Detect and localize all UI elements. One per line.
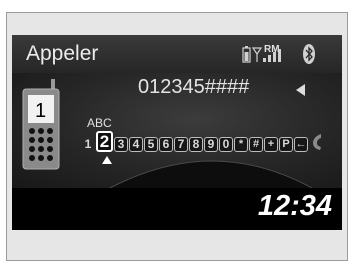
phone-index: 1 <box>35 100 46 122</box>
selected-letters: ABC <box>87 116 112 130</box>
key-5[interactable]: 5 <box>144 137 158 152</box>
left-arrow-icon[interactable] <box>296 84 305 96</box>
status-icons: RM <box>238 42 334 66</box>
title-bar: Appeler RM <box>12 35 342 73</box>
key-6[interactable]: 6 <box>159 137 173 152</box>
clock-bar: 12:34 <box>12 188 342 230</box>
bluetooth-icon <box>303 44 315 64</box>
key-pause[interactable]: P <box>279 137 293 152</box>
phone-screen: Appeler RM 012345#### 1 ABC 1 2 3 4 5 6 … <box>12 35 342 230</box>
key-0[interactable]: 0 <box>219 137 233 152</box>
screen-title: Appeler <box>26 42 99 65</box>
key-3[interactable]: 3 <box>114 137 128 152</box>
key-4[interactable]: 4 <box>129 137 143 152</box>
battery-icon <box>242 46 251 63</box>
key-star[interactable]: * <box>234 137 248 152</box>
status-icons-graphic: RM <box>242 44 315 64</box>
dial-display: 012345#### 1 ABC 1 2 3 4 5 6 7 8 9 0 * #… <box>12 73 342 188</box>
key-hash[interactable]: # <box>249 137 263 152</box>
key-plus[interactable]: + <box>264 137 278 152</box>
key-9[interactable]: 9 <box>204 137 218 152</box>
key-8[interactable]: 8 <box>189 137 203 152</box>
key-backspace[interactable]: ← <box>294 137 308 152</box>
roaming-label: RM <box>264 44 280 55</box>
up-triangle-icon <box>102 156 112 164</box>
keypad: 1 2 3 4 5 6 7 8 9 0 * # + P ← <box>81 131 323 152</box>
mobile-phone-icon: 1 <box>22 79 60 170</box>
key-1[interactable]: 1 <box>81 137 95 152</box>
dialed-number: 012345#### <box>138 76 250 98</box>
key-7[interactable]: 7 <box>174 137 188 152</box>
handset-icon[interactable] <box>311 133 323 151</box>
clock-time: 12:34 <box>257 190 332 222</box>
key-2[interactable]: 2 <box>96 131 113 152</box>
